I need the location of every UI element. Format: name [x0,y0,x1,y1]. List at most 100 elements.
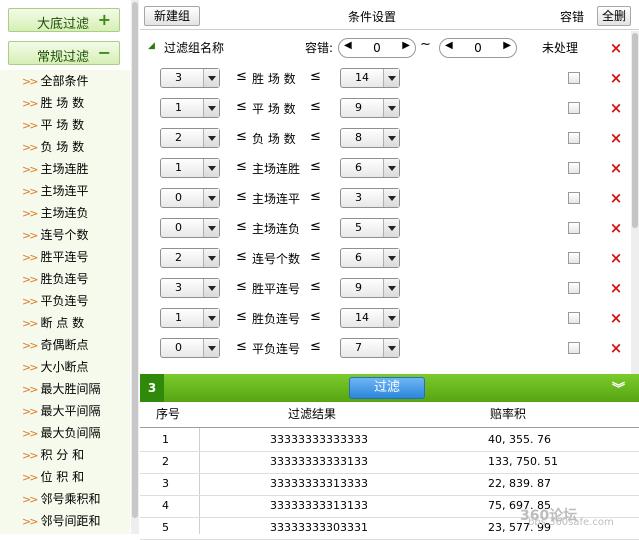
expand-triangle-icon[interactable]: ◢ [148,41,155,51]
max-select[interactable]: 3 [340,188,400,208]
sidebar-item[interactable]: >> 邻号间距和 [22,510,100,532]
error-min-spinner[interactable]: ◀ 0 ▶ [338,38,416,58]
increment-icon[interactable]: ▶ [402,40,410,51]
chevron-down-icon[interactable] [383,279,399,297]
min-select[interactable]: 1 [160,98,220,118]
min-select[interactable]: 0 [160,218,220,238]
chevron-down-icon[interactable] [203,219,219,237]
chevron-down-icon[interactable] [383,219,399,237]
sidebar-scroll-thumb[interactable] [132,2,138,518]
unprocessed-checkbox[interactable] [568,342,580,354]
chevron-down-icon[interactable] [383,69,399,87]
chevron-down-icon[interactable] [383,189,399,207]
max-select[interactable]: 14 [340,68,400,88]
collapse-icon[interactable]: ︾ [612,378,625,397]
unprocessed-checkbox[interactable] [568,282,580,294]
chevron-down-icon[interactable] [203,159,219,177]
unprocessed-checkbox[interactable] [568,102,580,114]
unprocessed-checkbox[interactable] [568,252,580,264]
unprocessed-checkbox[interactable] [568,162,580,174]
chevron-down-icon[interactable] [383,129,399,147]
sidebar-item[interactable]: >> 断 点 数 [22,312,84,334]
sidebar-item[interactable]: >> 胜 场 数 [22,92,84,114]
sidebar-scrollbar[interactable] [131,0,139,534]
chevron-down-icon[interactable] [203,99,219,117]
unprocessed-checkbox[interactable] [568,192,580,204]
delete-condition-icon[interactable]: × [609,101,623,116]
min-select[interactable]: 3 [160,68,220,88]
plus-icon[interactable]: + [98,10,111,29]
min-select[interactable]: 0 [160,338,220,358]
sidebar-item[interactable]: >> 平 场 数 [22,114,84,136]
sidebar-item[interactable]: >> 最大胜间隔 [22,378,100,400]
sidebar-item[interactable]: >> 胜平连号 [22,246,88,268]
chevron-down-icon[interactable] [383,249,399,267]
delete-condition-icon[interactable]: × [609,251,623,266]
sidebar-item[interactable]: >> 位 积 和 [22,466,84,488]
chevron-down-icon[interactable] [203,309,219,327]
chevron-down-icon[interactable] [203,69,219,87]
chevron-down-icon[interactable] [203,129,219,147]
max-select[interactable]: 7 [340,338,400,358]
filter-button[interactable]: 过滤 [349,377,425,399]
max-select[interactable]: 14 [340,308,400,328]
filter-scrollbar[interactable] [631,31,639,374]
chevron-down-icon[interactable] [203,189,219,207]
regular-filter-header[interactable]: 常规过滤 − [8,41,120,65]
max-select[interactable]: 8 [340,128,400,148]
delete-condition-icon[interactable]: × [609,131,623,146]
delete-condition-icon[interactable]: × [609,71,623,86]
sidebar-item[interactable]: >> 主场连胜 [22,158,88,180]
sidebar-item[interactable]: >> 主场连负 [22,202,88,224]
delete-condition-icon[interactable]: × [609,311,623,326]
min-select[interactable]: 3 [160,278,220,298]
sidebar-item[interactable]: >> 奇偶断点 [22,334,88,356]
sidebar-item[interactable]: >> 主场连平 [22,180,88,202]
sidebar-item[interactable]: >> 最大平间隔 [22,400,100,422]
chevron-down-icon[interactable] [203,339,219,357]
max-select[interactable]: 6 [340,248,400,268]
table-row[interactable]: 3 33333333313333 22, 839. 87 [140,472,639,496]
chevron-down-icon[interactable] [383,159,399,177]
table-row[interactable]: 2 33333333333133 133, 750. 51 [140,450,639,474]
big-filter-header[interactable]: 大底过滤 + [8,8,120,32]
sidebar-item[interactable]: >> 胜负连号 [22,268,88,290]
unprocessed-checkbox[interactable] [568,72,580,84]
chevron-down-icon[interactable] [383,99,399,117]
sidebar-item[interactable]: >> 负 场 数 [22,136,84,158]
max-select[interactable]: 5 [340,218,400,238]
unprocessed-checkbox[interactable] [568,312,580,324]
increment-icon[interactable]: ▶ [503,40,511,51]
unprocessed-checkbox[interactable] [568,222,580,234]
delete-condition-icon[interactable]: × [609,191,623,206]
sidebar-item[interactable]: >> 邻号乘积和 [22,488,100,510]
table-row[interactable]: 1 33333333333333 40, 355. 76 [140,428,639,452]
chevron-down-icon[interactable] [383,309,399,327]
unprocessed-checkbox[interactable] [568,132,580,144]
sidebar-item[interactable]: >> 最大负间隔 [22,422,100,444]
sidebar-item[interactable]: >> 大小断点 [22,356,88,378]
max-select[interactable]: 9 [340,98,400,118]
delete-group-icon[interactable]: × [609,41,623,56]
min-select[interactable]: 0 [160,188,220,208]
min-select[interactable]: 1 [160,158,220,178]
chevron-down-icon[interactable] [203,249,219,267]
sidebar-item[interactable]: >> 连号个数 [22,224,88,246]
sidebar-item[interactable]: >> 积 分 和 [22,444,84,466]
sidebar-item[interactable]: >> 平负连号 [22,290,88,312]
delete-all-button[interactable]: 全删 [597,6,631,26]
delete-condition-icon[interactable]: × [609,341,623,356]
max-select[interactable]: 9 [340,278,400,298]
delete-condition-icon[interactable]: × [609,161,623,176]
chevron-down-icon[interactable] [383,339,399,357]
max-select[interactable]: 6 [340,158,400,178]
delete-condition-icon[interactable]: × [609,221,623,236]
new-group-button[interactable]: 新建组 [144,6,200,26]
min-select[interactable]: 1 [160,308,220,328]
delete-condition-icon[interactable]: × [609,281,623,296]
min-select[interactable]: 2 [160,128,220,148]
sidebar-item[interactable]: >> 全部条件 [22,70,88,92]
chevron-down-icon[interactable] [203,279,219,297]
error-max-spinner[interactable]: ◀ 0 ▶ [439,38,517,58]
filter-scroll-thumb[interactable] [632,33,638,228]
